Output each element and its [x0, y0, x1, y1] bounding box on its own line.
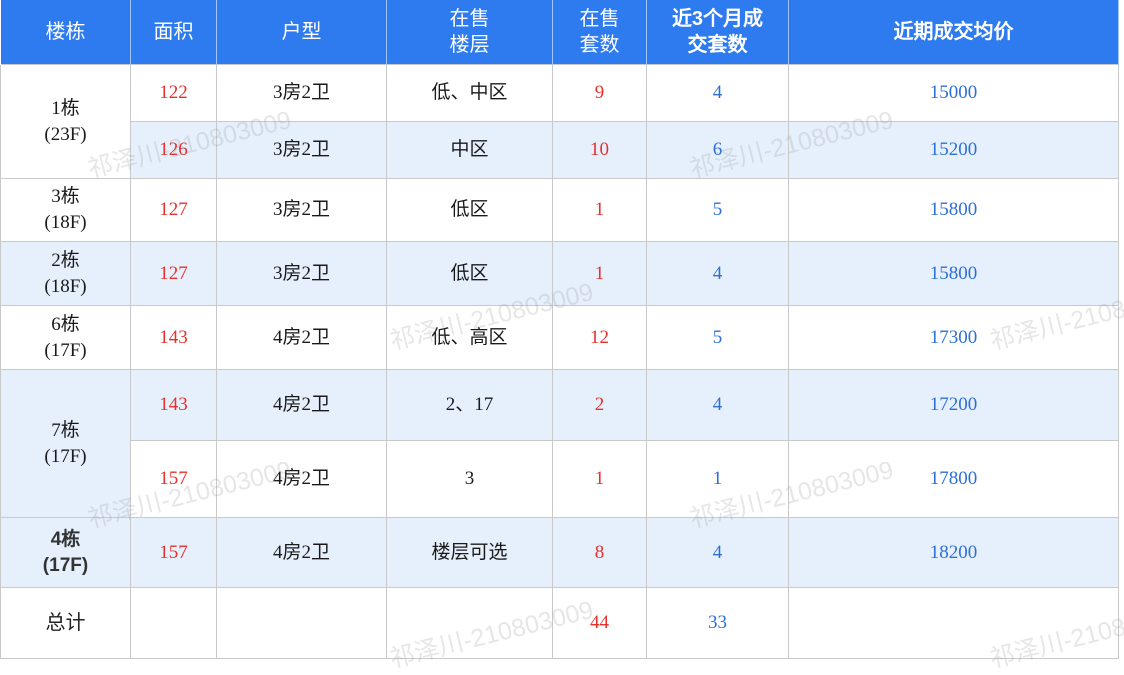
- layout-cell: 3房2卫: [216, 178, 387, 242]
- deals-cell: 4: [646, 369, 789, 441]
- layout-cell: 4房2卫: [216, 517, 387, 588]
- units-cell: 12: [552, 305, 647, 370]
- header-units: 在售 套数: [552, 0, 647, 65]
- price-cell: 17300: [788, 305, 1119, 370]
- building-floors: (23F): [44, 123, 87, 145]
- area-cell: 157: [130, 440, 217, 518]
- building-cell: 1栋 (23F): [0, 64, 131, 179]
- total-deals: 33: [646, 587, 789, 659]
- price-cell: 17800: [788, 440, 1119, 518]
- building-cell: 6栋 (17F): [0, 305, 131, 370]
- deals-cell: 4: [646, 64, 789, 122]
- building-floors: (17F): [44, 339, 87, 361]
- building-cell: 3栋 (18F): [0, 178, 131, 242]
- units-cell: 1: [552, 178, 647, 242]
- price-cell: 15800: [788, 241, 1119, 306]
- header-price: 近期成交均价: [788, 0, 1119, 65]
- units-cell: 2: [552, 369, 647, 441]
- units-cell: 8: [552, 517, 647, 588]
- layout-cell: 3房2卫: [216, 241, 387, 306]
- table-row: 6栋 (17F) 143 4房2卫 低、高区 12 5 17300: [0, 305, 1119, 370]
- table-row: 1栋 (23F) 122 3房2卫 低、中区 9 4 15000: [0, 64, 1119, 179]
- layout-cell: 4房2卫: [216, 305, 387, 370]
- table-row: 2栋 (18F) 127 3房2卫 低区 1 4 15800: [0, 241, 1119, 306]
- header-building: 楼栋: [0, 0, 131, 65]
- units-cell: 1: [552, 440, 647, 518]
- total-floors-empty: [386, 587, 553, 659]
- header-row: 楼栋 面积 户型 在售 楼层 在售 套数 近3个月成 交套数 近期成交均价: [0, 0, 1119, 65]
- table-row: 157 4房2卫 3 1 1 17800: [1, 440, 1119, 518]
- header-floors-line1: 在售: [449, 8, 490, 30]
- floors-cell: 中区: [386, 121, 553, 179]
- header-floors-line2: 楼层: [449, 34, 490, 56]
- building-name: 6栋: [51, 313, 80, 335]
- area-cell: 127: [130, 178, 217, 242]
- header-layout: 户型: [216, 0, 387, 65]
- table-row: 7栋 (17F) 143 4房2卫 2、17 2 4 17200: [0, 369, 1119, 518]
- price-cell: 15000: [788, 64, 1119, 122]
- building-name: 2栋: [51, 249, 80, 271]
- area-cell: 143: [130, 305, 217, 370]
- price-cell: 17200: [788, 369, 1119, 441]
- table-row: 126 3房2卫 中区 10 6 15200: [1, 121, 1119, 179]
- layout-cell: 4房2卫: [216, 440, 387, 518]
- floors-cell: 低、中区: [386, 64, 553, 122]
- deals-cell: 5: [646, 305, 789, 370]
- total-price-empty: [788, 587, 1119, 659]
- header-deals-line2: 交套数: [687, 34, 748, 56]
- units-cell: 10: [552, 121, 647, 179]
- deals-cell: 5: [646, 178, 789, 242]
- sales-table: 楼栋 面积 户型 在售 楼层 在售 套数 近3个月成 交套数 近期成交均价 1栋…: [0, 0, 1119, 659]
- price-cell: 15200: [788, 121, 1119, 179]
- deals-cell: 4: [646, 241, 789, 306]
- building-name: 1栋: [51, 97, 80, 119]
- layout-cell: 4房2卫: [216, 369, 387, 441]
- header-deals: 近3个月成 交套数: [646, 0, 789, 65]
- header-area: 面积: [130, 0, 217, 65]
- deals-cell: 1: [646, 440, 789, 518]
- price-cell: 18200: [788, 517, 1119, 588]
- building-cell: 2栋 (18F): [0, 241, 131, 306]
- area-cell: 122: [130, 64, 217, 122]
- building-floors: (18F): [44, 212, 87, 233]
- total-area-empty: [130, 587, 217, 659]
- building-floors: (18F): [44, 275, 87, 297]
- table-row: 3栋 (18F) 127 3房2卫 低区 1 5 15800: [0, 178, 1119, 242]
- building-cell: 7栋 (17F): [0, 369, 131, 518]
- building-name: 4栋: [50, 528, 81, 550]
- header-units-line2: 套数: [579, 34, 620, 56]
- total-label: 总计: [0, 587, 131, 659]
- units-cell: 1: [552, 241, 647, 306]
- header-deals-line1: 近3个月成: [671, 8, 764, 30]
- total-row: 总计 44 33: [0, 587, 1119, 659]
- area-cell: 126: [130, 121, 217, 179]
- building-cell: 4栋 (17F): [0, 517, 131, 588]
- floors-cell: 3: [386, 440, 553, 518]
- building-name: 3栋: [51, 186, 80, 207]
- area-cell: 157: [130, 517, 217, 588]
- floors-cell: 低区: [386, 241, 553, 306]
- area-cell: 127: [130, 241, 217, 306]
- floors-cell: 低、高区: [386, 305, 553, 370]
- building-name: 7栋: [51, 419, 80, 441]
- layout-cell: 3房2卫: [216, 121, 387, 179]
- building-floors: (17F): [42, 554, 89, 576]
- floors-cell: 2、17: [386, 369, 553, 441]
- units-cell: 9: [552, 64, 647, 122]
- layout-cell: 3房2卫: [216, 64, 387, 122]
- total-layout-empty: [216, 587, 387, 659]
- header-floors: 在售 楼层: [386, 0, 553, 65]
- area-cell: 143: [130, 369, 217, 441]
- deals-cell: 6: [646, 121, 789, 179]
- header-units-line1: 在售: [579, 8, 620, 30]
- price-cell: 15800: [788, 178, 1119, 242]
- floors-cell: 低区: [386, 178, 553, 242]
- table-row: 4栋 (17F) 157 4房2卫 楼层可选 8 4 18200: [0, 517, 1119, 588]
- building-floors: (17F): [44, 445, 87, 467]
- total-units: 44: [552, 587, 647, 659]
- floors-cell: 楼层可选: [386, 517, 553, 588]
- deals-cell: 4: [646, 517, 789, 588]
